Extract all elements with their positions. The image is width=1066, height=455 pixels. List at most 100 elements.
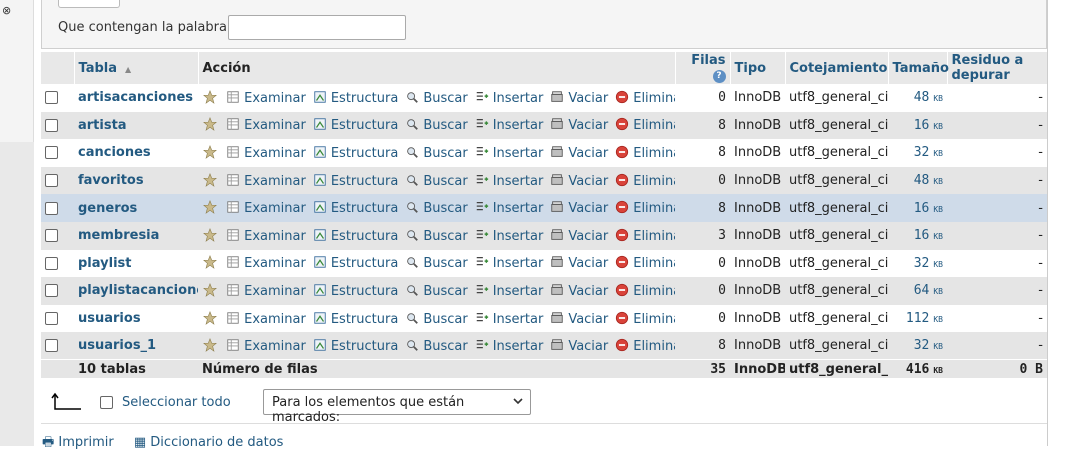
drop-action[interactable]: Eliminar [614,201,675,216]
search-action[interactable]: Buscar [404,339,468,354]
drop-action[interactable]: Eliminar [614,256,675,271]
empty-action[interactable]: Vaciar [549,174,608,189]
search-action[interactable]: Buscar [404,201,468,216]
insert-action[interactable]: Insertar [474,146,543,161]
browse-action[interactable]: Examinar [225,256,306,271]
table-row[interactable]: usuarios_1 Examinar Estructura Buscar Inser… [41,332,1047,360]
drop-action[interactable]: Eliminar [614,173,675,189]
structure-action[interactable]: Estructura [312,118,398,133]
insert-action[interactable]: Insertar [474,91,543,106]
search-action[interactable]: Buscar [404,256,468,271]
table-name[interactable]: artisacanciones [74,84,198,112]
drop-action[interactable]: Eliminar [614,118,675,133]
browse-action[interactable]: Examinar [225,91,306,106]
table-row[interactable]: artista Examinar Estructura Buscar Insertar… [41,111,1047,140]
empty-action[interactable]: Vaciar [549,201,608,216]
search-action[interactable]: Buscar [404,174,468,189]
header-residuo[interactable]: Residuo a depurar [947,52,1048,84]
row-checkbox[interactable] [45,256,58,270]
table-row[interactable]: canciones Examinar Estructura Buscar Insert… [41,139,1047,167]
table-row[interactable]: generos Examinar Estructura Buscar Insertar… [41,194,1047,222]
empty-action[interactable]: Vaciar [549,256,608,271]
row-checkbox[interactable] [45,91,58,105]
drop-action[interactable]: Eliminar [614,283,675,299]
table-name[interactable]: playlist [74,249,198,278]
empty-action[interactable]: Vaciar [549,339,608,354]
table-name[interactable]: usuarios [74,304,198,333]
print-link[interactable]: 🖶 Imprimir [42,435,122,450]
browse-action[interactable]: Examinar [225,339,306,354]
header-tamano[interactable]: Tamaño [888,52,949,84]
table-size[interactable]: 48 KB [888,166,947,195]
table-name[interactable]: usuarios_1 [74,332,198,360]
select-all-label[interactable]: Seleccionar todo [122,395,231,410]
structure-action[interactable]: Estructura [312,312,398,327]
insert-action[interactable]: Insertar [474,118,543,133]
empty-action[interactable]: Vaciar [549,146,608,161]
structure-action[interactable]: Estructura [312,339,398,354]
search-action[interactable]: Buscar [404,229,468,244]
browse-action[interactable]: Examinar [225,229,306,244]
table-size[interactable]: 16 KB [888,194,947,222]
drop-action[interactable]: Eliminar [614,311,675,327]
table-row[interactable]: membresia Examinar Estructura Buscar Insert… [41,221,1047,250]
browse-action[interactable]: Examinar [225,118,306,133]
favorite-star-icon[interactable] [202,145,221,161]
browse-action[interactable]: Examinar [225,312,306,327]
table-row[interactable]: playlist Examinar Estructura Buscar Inserta… [41,249,1047,278]
empty-action[interactable]: Vaciar [549,229,608,244]
help-icon[interactable]: ? [712,69,726,83]
table-name[interactable]: playlistacanciones [74,277,198,305]
table-name[interactable]: canciones [74,139,198,167]
browse-action[interactable]: Examinar [225,201,306,216]
favorite-star-icon[interactable] [202,227,221,244]
insert-action[interactable]: Insertar [474,256,543,271]
row-checkbox[interactable] [45,118,58,132]
filter-input[interactable] [228,15,406,40]
insert-action[interactable]: Insertar [474,312,543,327]
insert-action[interactable]: Insertar [474,339,543,354]
table-size[interactable]: 112 KB [888,304,947,333]
structure-action[interactable]: Estructura [312,146,398,161]
drop-action[interactable]: Eliminar [614,145,675,161]
header-tabla[interactable]: Tabla ▲ [74,52,199,84]
favorite-star-icon[interactable] [202,310,221,327]
search-action[interactable]: Buscar [404,118,468,133]
table-size[interactable]: 32 KB [888,332,947,360]
empty-action[interactable]: Vaciar [549,284,608,299]
table-size[interactable]: 16 KB [888,111,947,140]
table-row[interactable]: artisacanciones Examinar Estructura Buscar… [41,84,1047,112]
data-dictionary-link[interactable]: ▦ Diccionario de datos [134,435,292,450]
table-name[interactable]: favoritos [74,166,198,195]
row-checkbox[interactable] [45,229,58,243]
header-cotejamiento[interactable]: Cotejamiento [785,52,889,84]
link-icon[interactable]: ⊗ [2,4,11,17]
structure-action[interactable]: Estructura [312,91,398,106]
drop-action[interactable]: Eliminar [614,228,675,244]
browse-action[interactable]: Examinar [225,146,306,161]
row-checkbox[interactable] [45,174,58,188]
search-action[interactable]: Buscar [404,284,468,299]
insert-action[interactable]: Insertar [474,174,543,189]
row-checkbox[interactable] [45,146,58,160]
table-row[interactable]: favoritos Examinar Estructura Buscar Insert… [41,166,1047,195]
search-action[interactable]: Buscar [404,91,468,106]
favorite-star-icon[interactable] [202,172,221,189]
search-action[interactable]: Buscar [404,312,468,327]
row-checkbox[interactable] [45,201,58,215]
structure-action[interactable]: Estructura [312,174,398,189]
empty-action[interactable]: Vaciar [549,312,608,327]
table-size[interactable]: 32 KB [888,249,947,278]
browse-action[interactable]: Examinar [225,174,306,189]
header-tipo[interactable]: Tipo [730,52,786,84]
table-size[interactable]: 32 KB [888,139,947,167]
row-checkbox[interactable] [45,312,58,326]
row-checkbox[interactable] [45,339,58,353]
drop-action[interactable]: Eliminar [614,90,675,106]
structure-action[interactable]: Estructura [312,201,398,216]
table-row[interactable]: playlistacanciones Examinar Estructura Bus… [41,277,1047,305]
header-filas[interactable]: Filas? [675,52,731,84]
table-size[interactable]: 16 KB [888,221,947,250]
favorite-star-icon[interactable] [202,117,221,133]
bulk-action-select[interactable]: Para los elementos que están marcados: [263,389,531,425]
